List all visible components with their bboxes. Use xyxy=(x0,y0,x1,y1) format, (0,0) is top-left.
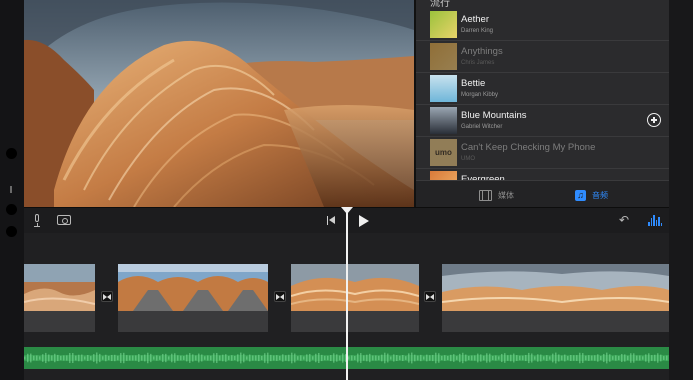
timeline-clip[interactable] xyxy=(118,264,268,332)
transition-button[interactable] xyxy=(274,291,286,302)
clip-audio-area xyxy=(118,311,268,332)
tab-audio[interactable]: ♫ 音频 xyxy=(575,188,608,202)
clip-thumbnail xyxy=(118,264,268,311)
song-row-bettie[interactable]: Bettie Morgan Kibby xyxy=(416,73,669,105)
transition-button[interactable] xyxy=(101,291,113,302)
bezel-sensor-dot xyxy=(6,204,17,215)
album-art: umo xyxy=(430,139,457,166)
bezel-indicator xyxy=(10,186,12,193)
album-art-text: umo xyxy=(435,148,452,157)
timeline-clip[interactable] xyxy=(291,264,419,332)
clip-audio-area xyxy=(291,311,419,332)
song-artist: UMO xyxy=(461,156,475,162)
tab-label: 音频 xyxy=(592,190,608,200)
clip-audio-area xyxy=(442,311,669,332)
clip-thumbnail xyxy=(442,264,669,311)
film-icon xyxy=(479,189,492,201)
microphone-icon[interactable] xyxy=(33,214,41,228)
playhead[interactable] xyxy=(346,207,348,380)
song-title: Anythings xyxy=(461,46,503,57)
song-artist: Morgan Kibby xyxy=(461,92,499,98)
music-note-icon: ♫ xyxy=(575,189,586,201)
song-title: Bettie xyxy=(461,78,486,89)
undo-icon[interactable]: ↶ xyxy=(619,214,631,226)
clip-thumbnail xyxy=(24,264,95,311)
album-art xyxy=(430,75,457,102)
skip-back-icon[interactable] xyxy=(327,216,336,225)
play-icon[interactable] xyxy=(359,215,369,227)
timeline-clip[interactable] xyxy=(24,264,95,332)
clip-audio-area xyxy=(24,311,95,332)
add-song-button[interactable] xyxy=(647,113,661,127)
song-row-blue-mountains[interactable]: Blue Mountains Gabriel Witcher xyxy=(416,105,669,137)
song-artist: Chris James xyxy=(461,60,495,66)
browser-tab-bar: 媒体 ♫ 音频 xyxy=(416,180,669,207)
tab-label: 媒体 xyxy=(498,190,514,200)
song-title: Blue Mountains xyxy=(461,110,527,121)
transition-button[interactable] xyxy=(424,291,436,302)
section-header: 流行 xyxy=(430,0,450,9)
album-art xyxy=(430,43,457,70)
song-artist: Darren King xyxy=(461,28,494,34)
video-preview[interactable] xyxy=(24,0,414,207)
preview-image xyxy=(24,0,414,207)
bezel-sensor-dot xyxy=(6,226,17,237)
song-title: Can't Keep Checking My Phone xyxy=(461,142,596,153)
device-bezel xyxy=(0,0,24,380)
album-art xyxy=(430,11,457,38)
music-browser: 流行 Aether Darren King Anythings Chris Ja… xyxy=(416,0,669,207)
tab-media[interactable]: 媒体 xyxy=(479,188,514,202)
playhead-marker[interactable] xyxy=(341,207,353,214)
audio-waveform-icon[interactable] xyxy=(648,215,662,226)
song-row-aether[interactable]: Aether Darren King xyxy=(416,9,669,41)
screen-edge xyxy=(669,0,693,380)
album-art xyxy=(430,107,457,134)
bezel-camera-dot xyxy=(6,148,17,159)
song-row-cant-keep-checking[interactable]: umo Can't Keep Checking My Phone UMO xyxy=(416,137,669,169)
clip-thumbnail xyxy=(291,264,419,311)
camera-icon[interactable] xyxy=(57,215,71,225)
song-artist: Gabriel Witcher xyxy=(461,124,503,130)
song-row-anythings[interactable]: Anythings Chris James xyxy=(416,41,669,73)
song-title: Aether xyxy=(461,14,489,25)
timeline-clip[interactable] xyxy=(442,264,669,332)
